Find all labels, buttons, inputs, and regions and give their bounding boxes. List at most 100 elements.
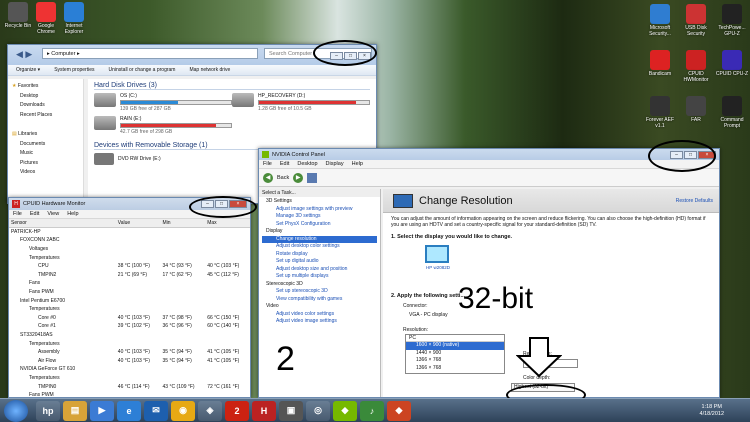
menu-view[interactable]: View xyxy=(47,211,59,217)
sensor-row[interactable]: NVIDIA GeForce GT 610 xyxy=(9,365,250,374)
sensor-row[interactable]: TMPIN0 46 °C (114 °F) 43 °C (109 °F) 72 °C … xyxy=(9,382,250,391)
desktop-icon-cpuid-hwmonitor[interactable]: CPUID HWMonitor xyxy=(678,50,714,83)
drive-os-c[interactable]: OS (C:) 139 GB free of 287 GB xyxy=(94,93,232,112)
toolbar-uninstall-or-change-a-program[interactable]: Uninstall or change a program xyxy=(108,67,175,73)
desktop-icon-internet-explorer[interactable]: Internet Explorer xyxy=(59,2,89,35)
desktop-icon-far[interactable]: FAR xyxy=(678,96,714,123)
task-adjust-desktop-size-and-position[interactable]: Adjust desktop size and position xyxy=(262,266,377,274)
resolution-option[interactable]: 1366 × 768 xyxy=(406,365,504,373)
task-set-up-multiple-displays[interactable]: Set up multiple displays xyxy=(262,273,377,281)
monitor-tile[interactable]: HP w2082D xyxy=(425,245,451,271)
task-manage-3d-settings[interactable]: Manage 3D settings xyxy=(262,213,377,221)
task-display[interactable]: Display xyxy=(262,228,377,236)
hp-icon[interactable]: hp xyxy=(36,400,60,421)
desktop-icon-microsoft-security[interactable]: Microsoft Security... xyxy=(642,4,678,37)
sensor-row[interactable]: Core #1 39 °C (102 °F) 36 °C (96 °F) 60 °C … xyxy=(9,322,250,331)
task-rotate-display[interactable]: Rotate display xyxy=(262,251,377,259)
music-icon[interactable]: ♪ xyxy=(360,400,384,421)
menu-desktop[interactable]: Desktop xyxy=(297,161,317,167)
column-min[interactable]: Min xyxy=(161,219,206,228)
chrome-icon[interactable]: ◉ xyxy=(171,400,195,421)
column-sensor[interactable]: Sensor xyxy=(9,219,116,228)
task-set-physx-configuration[interactable]: Set PhysX Configuration xyxy=(262,221,377,229)
acdsee-icon[interactable]: ◈ xyxy=(198,400,222,421)
menu-file[interactable]: File xyxy=(13,211,22,217)
task-adjust-video-color-settings[interactable]: Adjust video color settings xyxy=(262,311,377,319)
hwmonitor-task-icon[interactable]: H xyxy=(252,400,276,421)
drive-rain-e[interactable]: RAIN (E:) 42.7 GB free of 298 GB xyxy=(94,116,232,135)
column-max[interactable]: Max xyxy=(205,219,250,228)
forward-icon[interactable]: ▶ xyxy=(293,172,304,183)
sensor-row[interactable]: Fans xyxy=(9,279,250,288)
toolbar-system-properties[interactable]: System properties xyxy=(54,67,94,73)
desktop-icon-google-chrome[interactable]: Google Chrome xyxy=(31,2,61,35)
nav-item-documents[interactable]: Documents xyxy=(8,141,83,151)
task-adjust-video-image-settings[interactable]: Adjust video image settings xyxy=(262,318,377,326)
sensor-row[interactable]: Fans PWM xyxy=(9,288,250,297)
sensor-row[interactable]: ST3320418AS xyxy=(9,331,250,340)
sensor-row[interactable]: Temperatures xyxy=(9,339,250,348)
task-video[interactable]: Video xyxy=(262,303,377,311)
back-forward-icons[interactable]: ◀ ▶ xyxy=(16,49,32,60)
task-change-resolution[interactable]: Change resolution xyxy=(262,235,377,243)
desktop-icon-command-prompt[interactable]: Command Prompt xyxy=(714,96,750,129)
nav-item-downloads[interactable]: Downloads xyxy=(8,102,83,112)
toolbar-map-network-drive[interactable]: Map network drive xyxy=(189,67,230,73)
desktop-icon-usb-disk-security[interactable]: USB Disk Security xyxy=(678,4,714,37)
media-player-icon[interactable]: ▶ xyxy=(90,400,114,421)
start-button[interactable] xyxy=(4,399,28,422)
task-set-up-stereoscopic-3d[interactable]: Set up stereoscopic 3D xyxy=(262,288,377,296)
task-stereoscopic-3d[interactable]: Stereoscopic 3D xyxy=(262,281,377,289)
nav-item-music[interactable]: Music xyxy=(8,150,83,160)
back-label[interactable]: Back xyxy=(277,175,289,181)
sensor-row[interactable]: FOXCONN 2ABC xyxy=(9,236,250,245)
menu-edit[interactable]: Edit xyxy=(280,161,289,167)
sensor-row[interactable]: Core #0 40 °C (103 °F) 37 °C (98 °F) 66 °C … xyxy=(9,314,250,323)
sensor-row[interactable]: Temperatures xyxy=(9,305,250,314)
clock[interactable]: 1:18 PM 4/18/2012 xyxy=(700,404,724,418)
resolution-option[interactable]: 1440 × 900 xyxy=(406,350,504,358)
nav-item-recent-places[interactable]: Recent Places xyxy=(8,112,83,122)
toolbar-organize[interactable]: Organize ▾ xyxy=(16,67,40,73)
cpuz-task-icon[interactable]: ▣ xyxy=(279,400,303,421)
app-2-icon[interactable]: 2 xyxy=(225,400,249,421)
menu-help[interactable]: Help xyxy=(352,161,363,167)
desktop-icon-forever-aef-v1-1[interactable]: Forever AEF v1.1 xyxy=(642,96,678,129)
address-bar[interactable]: ▸ Computer ▸ xyxy=(42,48,258,59)
task-set-up-digital-audio[interactable]: Set up digital audio xyxy=(262,258,377,266)
column-value[interactable]: Value xyxy=(116,219,161,228)
sensor-row[interactable]: Assembly 40 °C (103 °F) 35 °C (94 °F) 41 °C… xyxy=(9,348,250,357)
app-icon[interactable]: ◆ xyxy=(387,400,411,421)
menu-display[interactable]: Display xyxy=(326,161,344,167)
nvidia-task-icon[interactable]: ◆ xyxy=(333,400,357,421)
home-icon[interactable] xyxy=(307,172,318,183)
sensor-row[interactable]: Temperatures xyxy=(9,253,250,262)
sensor-row[interactable]: Temperatures xyxy=(9,374,250,383)
sensor-row[interactable]: TMPIN2 21 °C (69 °F) 17 °C (62 °F) 45 °C (1… xyxy=(9,271,250,280)
sensor-row[interactable]: Air Flow 40 °C (103 °F) 35 °C (94 °F) 41 °C… xyxy=(9,357,250,366)
desktop-icon-bandicam[interactable]: Bandicam xyxy=(642,50,678,77)
menu-file[interactable]: File xyxy=(263,161,272,167)
task-view-compatibility-with-games[interactable]: View compatibility with games xyxy=(262,296,377,304)
drive-hp-recovery-d[interactable]: HP_RECOVERY (D:) 1.28 GB free of 10.5 GB xyxy=(232,93,370,112)
sensor-row[interactable]: PATRICK-HP xyxy=(9,228,250,237)
task-adjust-image-settings-with-preview[interactable]: Adjust image settings with preview xyxy=(262,206,377,214)
menu-help[interactable]: Help xyxy=(67,211,78,217)
nav-item-videos[interactable]: Videos xyxy=(8,169,83,179)
resolution-option[interactable]: 1600 × 900 (native) xyxy=(406,342,504,350)
resolution-option[interactable]: 1366 × 768 xyxy=(406,357,504,365)
explorer-icon[interactable]: ▤ xyxy=(63,400,87,421)
task-3d-settings[interactable]: 3D Settings xyxy=(262,198,377,206)
game-icon[interactable]: ◎ xyxy=(306,400,330,421)
menu-edit[interactable]: Edit xyxy=(30,211,39,217)
task-adjust-desktop-color-settings[interactable]: Adjust desktop color settings xyxy=(262,243,377,251)
outlook-icon[interactable]: ✉ xyxy=(144,400,168,421)
ie-icon[interactable]: e xyxy=(117,400,141,421)
nav-item-desktop[interactable]: Desktop xyxy=(8,93,83,103)
desktop-icon-cpuid-cpu-z[interactable]: CPUID CPU-Z xyxy=(714,50,750,77)
nav-item-favorites[interactable]: ★ Favorites xyxy=(8,83,83,93)
nav-item-pictures[interactable]: Pictures xyxy=(8,160,83,170)
nav-item-libraries[interactable]: ▤ Libraries xyxy=(8,131,83,141)
desktop-icon-recycle-bin[interactable]: Recycle Bin xyxy=(3,2,33,29)
back-icon[interactable]: ◀ xyxy=(263,172,273,183)
